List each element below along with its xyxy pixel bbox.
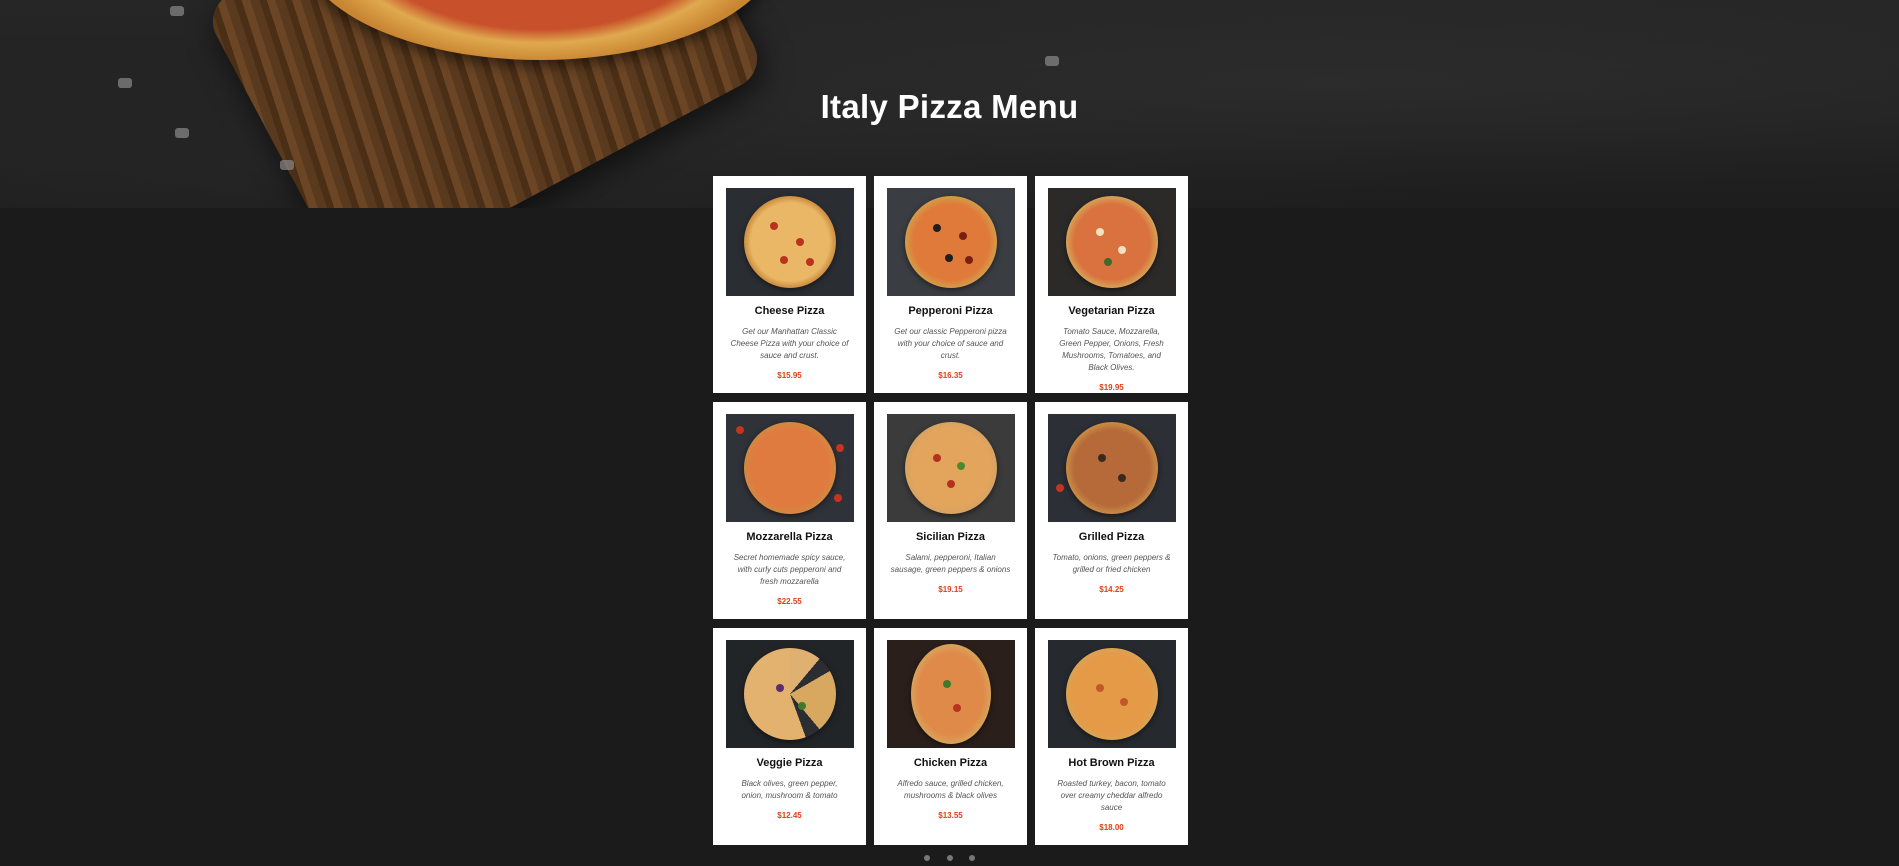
item-price: $22.55: [777, 597, 802, 606]
item-price: $18.00: [1099, 823, 1124, 832]
item-price: $14.25: [1099, 585, 1124, 594]
item-description: Alfredo sauce, grilled chicken, mushroom…: [897, 779, 1004, 800]
grilled-pizza-photo[interactable]: [1047, 414, 1176, 522]
pagination-dots: [0, 848, 1899, 866]
pagination-dot[interactable]: [968, 855, 975, 861]
menu-card[interactable]: Hot Brown Pizza Roasted turkey, bacon, t…: [1035, 628, 1188, 845]
menu-card[interactable]: Pepperoni Pizza Get our classic Pepperon…: [874, 176, 1027, 393]
decor-flake: [170, 6, 184, 16]
sicilian-pizza-photo[interactable]: [886, 414, 1015, 522]
item-price: $13.55: [938, 811, 963, 820]
menu-grid: Cheese Pizza Get our Manhattan Classic C…: [713, 176, 1188, 845]
item-description: Secret homemade spicy sauce, with curly …: [733, 553, 846, 586]
item-name[interactable]: Grilled Pizza: [1047, 531, 1176, 543]
item-price: $16.35: [938, 371, 963, 380]
veggie-pizza-photo[interactable]: [725, 640, 854, 748]
item-description: Roasted turkey, bacon, tomato over cream…: [1057, 779, 1166, 812]
pepperoni-pizza-photo[interactable]: [886, 188, 1015, 296]
item-name[interactable]: Mozzarella Pizza: [725, 531, 854, 543]
item-name[interactable]: Cheese Pizza: [725, 305, 854, 317]
item-description: Salami, pepperoni, Italian sausage, gree…: [890, 553, 1011, 574]
item-name[interactable]: Chicken Pizza: [886, 757, 1015, 769]
menu-card[interactable]: Grilled Pizza Tomato, onions, green pepp…: [1035, 402, 1188, 619]
decor-flake: [1045, 56, 1059, 66]
menu-card[interactable]: Chicken Pizza Alfredo sauce, grilled chi…: [874, 628, 1027, 845]
chicken-pizza-photo[interactable]: [886, 640, 1015, 748]
cheese-pizza-photo[interactable]: [725, 188, 854, 296]
item-name[interactable]: Veggie Pizza: [725, 757, 854, 769]
hot-brown-pizza-photo[interactable]: [1047, 640, 1176, 748]
menu-card[interactable]: Vegetarian Pizza Tomato Sauce, Mozzarell…: [1035, 176, 1188, 393]
pagination-dot[interactable]: [946, 855, 953, 861]
item-price: $19.95: [1099, 383, 1124, 392]
item-description: Tomato, onions, green peppers & grilled …: [1052, 553, 1171, 574]
item-name[interactable]: Pepperoni Pizza: [886, 305, 1015, 317]
vegetarian-pizza-photo[interactable]: [1047, 188, 1176, 296]
menu-card[interactable]: Cheese Pizza Get our Manhattan Classic C…: [713, 176, 866, 393]
item-price: $12.45: [777, 811, 802, 820]
item-price: $19.15: [938, 585, 963, 594]
menu-card[interactable]: Veggie Pizza Black olives, green pepper,…: [713, 628, 866, 845]
decor-flake: [118, 78, 132, 88]
menu-card[interactable]: Mozzarella Pizza Secret homemade spicy s…: [713, 402, 866, 619]
item-description: Tomato Sauce, Mozzarella, Green Pepper, …: [1059, 327, 1164, 372]
menu-card[interactable]: Sicilian Pizza Salami, pepperoni, Italia…: [874, 402, 1027, 619]
item-name[interactable]: Sicilian Pizza: [886, 531, 1015, 543]
item-description: Get our classic Pepperoni pizza with you…: [894, 327, 1007, 360]
decor-flake: [175, 128, 189, 138]
item-name[interactable]: Vegetarian Pizza: [1047, 305, 1176, 317]
item-price: $15.95: [777, 371, 802, 380]
decor-flake: [280, 160, 294, 170]
item-description: Black olives, green pepper, onion, mushr…: [741, 779, 838, 800]
mozzarella-pizza-photo[interactable]: [725, 414, 854, 522]
item-description: Get our Manhattan Classic Cheese Pizza w…: [730, 327, 849, 360]
page-title: Italy Pizza Menu: [820, 88, 1079, 125]
item-name[interactable]: Hot Brown Pizza: [1047, 757, 1176, 769]
pagination-dot[interactable]: [924, 855, 931, 861]
